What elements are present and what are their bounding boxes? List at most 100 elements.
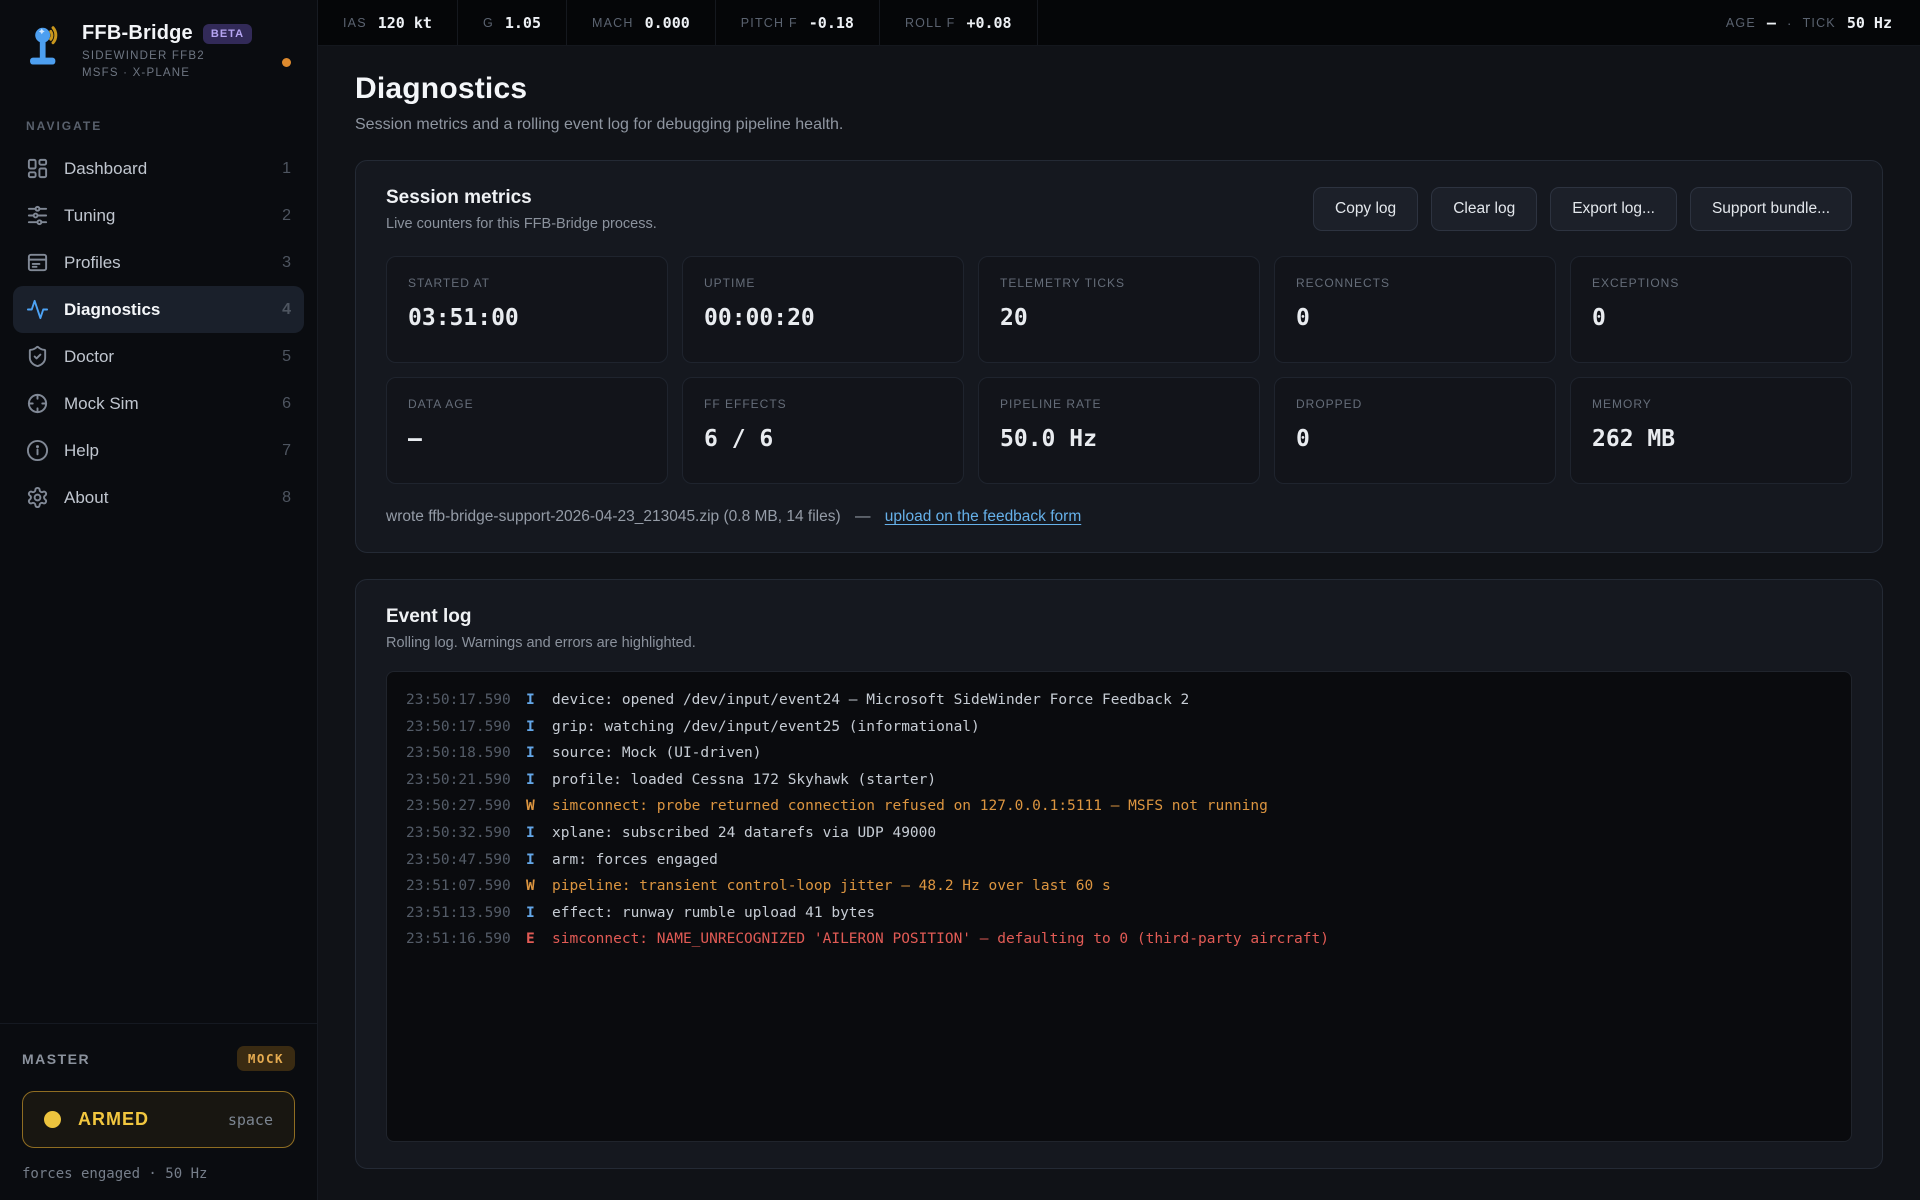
log-entry: 23:50:47.590 I arm: forces engaged bbox=[406, 847, 1832, 874]
sidebar-item-about[interactable]: About 8 bbox=[13, 474, 304, 521]
dashboard-icon bbox=[26, 157, 49, 180]
tick-value: 50 Hz bbox=[1847, 14, 1892, 32]
log-message: arm: forces engaged bbox=[552, 847, 718, 874]
brand-text: FFB-Bridge BETA SIDEWINDER FFB2 MSFS · X… bbox=[82, 22, 252, 79]
log-level: I bbox=[526, 740, 540, 767]
main-area: IAS 120 kt G 1.05 MACH 0.000 PITCH F -0.… bbox=[318, 0, 1920, 1200]
metric-value: — bbox=[408, 426, 646, 452]
sim-targets: MSFS · X-PLANE bbox=[82, 67, 252, 79]
sidebar-item-label: Doctor bbox=[64, 347, 114, 367]
metric-value: 03:51:00 bbox=[408, 305, 646, 331]
page-subtitle: Session metrics and a rolling event log … bbox=[355, 116, 1883, 134]
clear-log-button[interactable]: Clear log bbox=[1431, 187, 1537, 231]
armed-indicator-dot bbox=[44, 1111, 61, 1128]
metric-label: EXCEPTIONS bbox=[1592, 276, 1830, 290]
log-timestamp: 23:50:21.590 bbox=[406, 767, 518, 794]
log-message: effect: runway rumble upload 41 bytes bbox=[552, 900, 875, 927]
metric-value: 50.0 Hz bbox=[1000, 426, 1238, 452]
metric-label: MEMORY bbox=[1592, 397, 1830, 411]
metric-value: 262 MB bbox=[1592, 426, 1830, 452]
mocksim-icon bbox=[26, 392, 49, 415]
telemetry-label: IAS bbox=[343, 16, 367, 30]
telemetry-topbar: IAS 120 kt G 1.05 MACH 0.000 PITCH F -0.… bbox=[318, 0, 1920, 46]
log-action-buttons: Copy log Clear log Export log... Support… bbox=[1313, 187, 1852, 231]
sidebar-item-profiles[interactable]: Profiles 3 bbox=[13, 239, 304, 286]
support-bundle-button[interactable]: Support bundle... bbox=[1690, 187, 1852, 231]
doctor-icon bbox=[26, 345, 49, 368]
session-metrics-title: Session metrics bbox=[386, 187, 657, 209]
sidebar-nav: Dashboard 1 Tuning 2 Profiles 3 bbox=[0, 145, 317, 521]
sidebar-item-shortcut: 2 bbox=[282, 207, 291, 225]
log-level: I bbox=[526, 820, 540, 847]
telemetry-value: 120 kt bbox=[378, 14, 432, 32]
telemetry-label: ROLL F bbox=[905, 16, 956, 30]
log-timestamp: 23:51:16.590 bbox=[406, 926, 518, 953]
sidebar-item-help[interactable]: Help 7 bbox=[13, 427, 304, 474]
log-message: device: opened /dev/input/event24 — Micr… bbox=[552, 687, 1189, 714]
metric-label: UPTIME bbox=[704, 276, 942, 290]
metric-label: PIPELINE RATE bbox=[1000, 397, 1238, 411]
log-message: simconnect: NAME_UNRECOGNIZED 'AILERON P… bbox=[552, 926, 1329, 953]
log-level: I bbox=[526, 687, 540, 714]
metrics-grid: STARTED AT 03:51:00 UPTIME 00:00:20 TELE… bbox=[386, 256, 1852, 484]
metric-label: FF EFFECTS bbox=[704, 397, 942, 411]
telemetry-value: 1.05 bbox=[505, 14, 541, 32]
log-entry: 23:51:13.590 I effect: runway rumble upl… bbox=[406, 900, 1832, 927]
telemetry-cell-roll-f: ROLL F +0.08 bbox=[880, 0, 1038, 45]
log-entry: 23:51:07.590 W pipeline: transient contr… bbox=[406, 873, 1832, 900]
brand-header: FFB-Bridge BETA SIDEWINDER FFB2 MSFS · X… bbox=[0, 0, 317, 89]
sidebar-item-dashboard[interactable]: Dashboard 1 bbox=[13, 145, 304, 192]
sidebar-item-shortcut: 1 bbox=[282, 160, 291, 178]
sidebar-item-label: Diagnostics bbox=[64, 300, 160, 320]
telemetry-label: MACH bbox=[592, 16, 634, 30]
page-content: Diagnostics Session metrics and a rollin… bbox=[318, 46, 1920, 1200]
armed-toggle-button[interactable]: ARMED space bbox=[22, 1091, 295, 1148]
sidebar-item-tuning[interactable]: Tuning 2 bbox=[13, 192, 304, 239]
tick-label: TICK bbox=[1803, 16, 1836, 30]
log-timestamp: 23:51:07.590 bbox=[406, 873, 518, 900]
sidebar-item-label: Profiles bbox=[64, 253, 121, 273]
log-timestamp: 23:50:47.590 bbox=[406, 847, 518, 874]
log-entry: 23:50:17.590 I grip: watching /dev/input… bbox=[406, 714, 1832, 741]
log-entry: 23:50:18.590 I source: Mock (UI-driven) bbox=[406, 740, 1832, 767]
export-log-button[interactable]: Export log... bbox=[1550, 187, 1677, 231]
log-message: simconnect: probe returned connection re… bbox=[552, 793, 1268, 820]
sidebar-item-label: Tuning bbox=[64, 206, 115, 226]
profiles-icon bbox=[26, 251, 49, 274]
copy-log-button[interactable]: Copy log bbox=[1313, 187, 1418, 231]
telemetry-cell-mach: MACH 0.000 bbox=[567, 0, 716, 45]
age-label: AGE bbox=[1726, 16, 1756, 30]
telemetry-value: -0.18 bbox=[809, 14, 854, 32]
log-timestamp: 23:50:32.590 bbox=[406, 820, 518, 847]
telemetry-cell-ias: IAS 120 kt bbox=[318, 0, 458, 45]
app-window: FFB-Bridge BETA SIDEWINDER FFB2 MSFS · X… bbox=[0, 0, 1920, 1200]
session-metrics-subtitle: Live counters for this FFB-Bridge proces… bbox=[386, 216, 657, 232]
mock-mode-badge: MOCK bbox=[237, 1046, 295, 1071]
log-message: grip: watching /dev/input/event25 (infor… bbox=[552, 714, 980, 741]
beta-badge: BETA bbox=[203, 24, 252, 44]
master-panel: MASTER MOCK ARMED space forces engaged ·… bbox=[0, 1023, 317, 1200]
sidebar-item-shortcut: 8 bbox=[282, 489, 291, 507]
metric-tile-data-age: DATA AGE — bbox=[386, 377, 668, 484]
metric-tile-reconnects: RECONNECTS 0 bbox=[1274, 256, 1556, 363]
support-bundle-note-row: wrote ffb-bridge-support-2026-04-23_2130… bbox=[386, 508, 1852, 526]
sidebar-item-doctor[interactable]: Doctor 5 bbox=[13, 333, 304, 380]
about-icon bbox=[26, 486, 49, 509]
sidebar-item-diagnostics[interactable]: Diagnostics 4 bbox=[13, 286, 304, 333]
log-entry: 23:50:21.590 I profile: loaded Cessna 17… bbox=[406, 767, 1832, 794]
telemetry-label: PITCH F bbox=[741, 16, 798, 30]
page-title: Diagnostics bbox=[355, 72, 1883, 106]
metric-value: 00:00:20 bbox=[704, 305, 942, 331]
log-panel[interactable]: 23:50:17.590 I device: opened /dev/input… bbox=[386, 671, 1852, 1142]
sidebar: FFB-Bridge BETA SIDEWINDER FFB2 MSFS · X… bbox=[0, 0, 318, 1200]
sidebar-item-mock-sim[interactable]: Mock Sim 6 bbox=[13, 380, 304, 427]
feedback-form-link[interactable]: upload on the feedback form bbox=[885, 508, 1081, 525]
log-timestamp: 23:50:27.590 bbox=[406, 793, 518, 820]
session-metrics-heading: Session metrics Live counters for this F… bbox=[386, 187, 657, 232]
log-timestamp: 23:50:17.590 bbox=[406, 687, 518, 714]
app-title: FFB-Bridge bbox=[82, 22, 193, 45]
log-message: pipeline: transient control-loop jitter … bbox=[552, 873, 1111, 900]
log-timestamp: 23:50:17.590 bbox=[406, 714, 518, 741]
metric-tile-started-at: STARTED AT 03:51:00 bbox=[386, 256, 668, 363]
log-entry: 23:50:17.590 I device: opened /dev/input… bbox=[406, 687, 1832, 714]
